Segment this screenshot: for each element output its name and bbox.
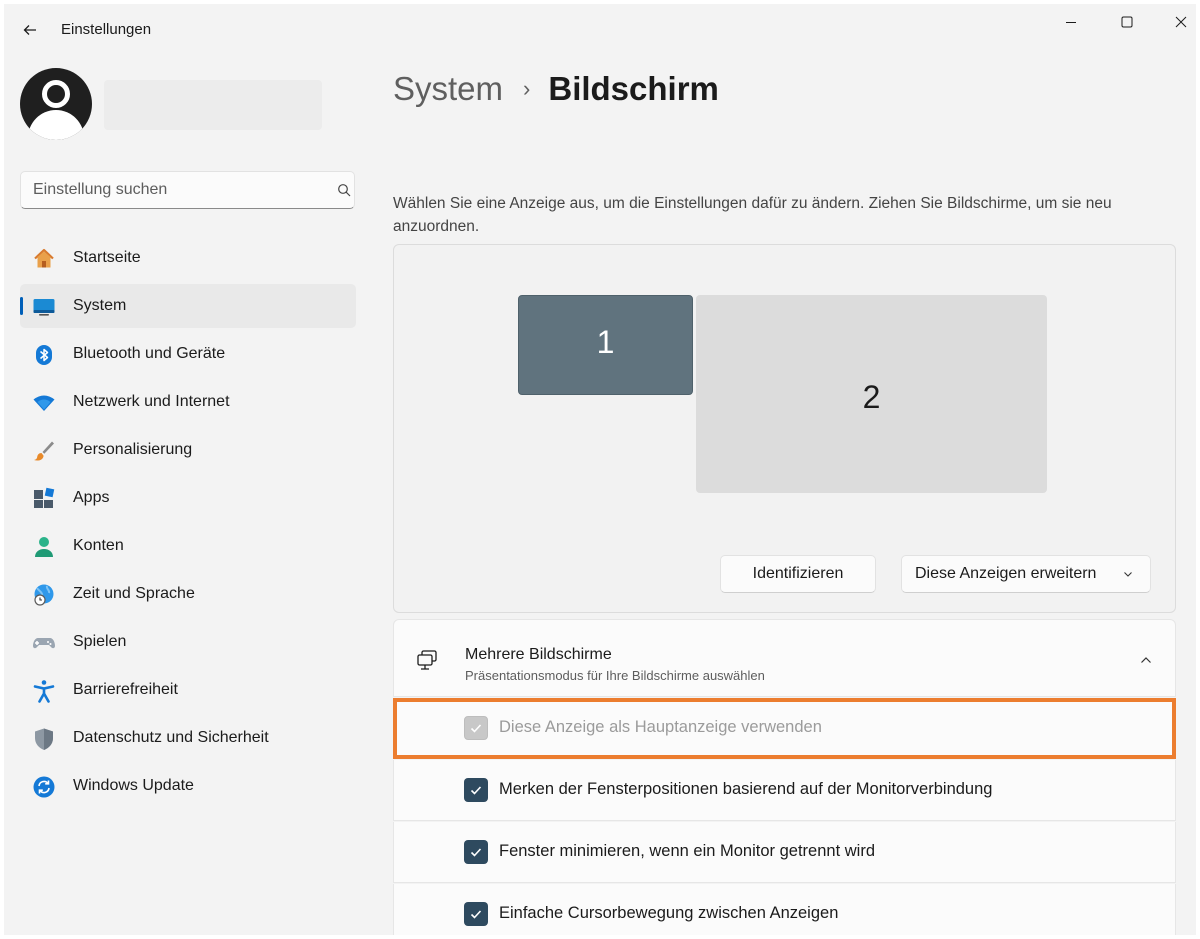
person-icon [32, 535, 56, 559]
avatar[interactable] [20, 68, 92, 140]
checkmark-icon [470, 786, 482, 795]
chevron-up-icon[interactable] [1139, 653, 1153, 667]
search-icon[interactable] [337, 183, 351, 197]
sidebar-item-label: Bluetooth und Geräte [73, 345, 226, 362]
option-row-remember-positions: Merken der Fensterpositionen basierend a… [393, 760, 1176, 821]
gamepad-icon [32, 631, 56, 655]
sidebar-item-datenschutz[interactable]: Datenschutz und Sicherheit [20, 716, 356, 760]
sidebar-item-label: Datenschutz und Sicherheit [73, 729, 269, 746]
chevron-down-icon [1124, 572, 1132, 577]
monitor-number: 1 [596, 323, 615, 360]
sidebar-item-windows-update[interactable]: Windows Update [20, 764, 356, 808]
checkmark-icon [470, 724, 482, 733]
sidebar-item-label: Startseite [73, 249, 141, 266]
monitor-1-tile[interactable]: 1 [518, 295, 693, 395]
bluetooth-icon [32, 343, 56, 367]
multiple-displays-header[interactable]: Mehrere Bildschirme Präsentationsmodus f… [393, 619, 1176, 697]
minimize-windows-checkbox[interactable] [464, 840, 488, 864]
sidebar-item-spielen[interactable]: Spielen [20, 620, 356, 664]
display-arrangement-panel: 1 2 Identifizieren Diese Anzeigen erweit… [393, 244, 1176, 613]
globe-clock-icon [32, 583, 56, 607]
home-icon [32, 247, 56, 271]
identify-button[interactable]: Identifizieren [720, 555, 876, 593]
primary-display-checkbox[interactable] [464, 716, 488, 740]
avatar-head-shape [42, 80, 70, 108]
sidebar-item-startseite[interactable]: Startseite [20, 236, 356, 280]
checkmark-icon [470, 910, 482, 919]
sidebar-item-label: Personalisierung [73, 441, 193, 458]
sidebar-item-label: Konten [73, 537, 124, 554]
maximize-icon [1121, 16, 1133, 28]
option-row-primary-display: Diese Anzeige als Hauptanzeige verwenden [393, 698, 1176, 759]
sidebar-item-network[interactable]: Netzwerk und Internet [20, 380, 356, 424]
instruction-text: Wählen Sie eine Anzeige aus, um die Eins… [393, 195, 1112, 235]
display-mode-dropdown[interactable]: Diese Anzeigen erweitern [901, 555, 1151, 593]
display-mode-value: Diese Anzeigen erweitern [915, 565, 1097, 582]
minimize-icon [1066, 22, 1076, 23]
multiple-displays-icon [417, 650, 437, 670]
cursor-movement-checkbox[interactable] [464, 902, 488, 926]
accessibility-icon [32, 679, 56, 703]
multiple-displays-title: Mehrere Bildschirme [465, 646, 612, 663]
sidebar-item-label: System [73, 297, 127, 314]
checkmark-icon [470, 848, 482, 857]
update-icon [32, 775, 56, 799]
sidebar-item-barrierefreiheit[interactable]: Barrierefreiheit [20, 668, 356, 712]
apps-icon [32, 487, 56, 511]
sidebar-item-system[interactable]: System [20, 284, 356, 328]
back-button[interactable] [18, 18, 42, 42]
cursor-movement-label: Einfache Cursorbewegung zwischen Anzeige… [499, 904, 839, 922]
sidebar-item-konten[interactable]: Konten [20, 524, 356, 568]
avatar-body-shape [28, 110, 84, 140]
sidebar-item-personalisierung[interactable]: Personalisierung [20, 428, 356, 472]
maximize-button[interactable] [1104, 6, 1150, 38]
sidebar-item-label: Zeit und Sprache [73, 585, 195, 602]
primary-display-label: Diese Anzeige als Hauptanzeige verwenden [499, 718, 822, 736]
brush-icon [32, 439, 56, 463]
sidebar-nav: Startseite System Bluetooth und Geräte N… [20, 236, 356, 812]
close-button[interactable] [1158, 6, 1196, 38]
breadcrumb-parent[interactable]: System [393, 70, 503, 108]
minimize-button[interactable] [1048, 6, 1094, 38]
sidebar-item-zeit-sprache[interactable]: Zeit und Sprache [20, 572, 356, 616]
search-box[interactable] [20, 171, 355, 209]
breadcrumb-separator-icon: › [523, 76, 531, 101]
remember-positions-label: Merken der Fensterpositionen basierend a… [499, 780, 993, 798]
remember-positions-checkbox[interactable] [464, 778, 488, 802]
sidebar-item-label: Spielen [73, 633, 127, 650]
settings-window: Einstellungen Startseite [4, 4, 1196, 935]
shield-icon [32, 727, 56, 751]
sidebar-item-label: Apps [73, 489, 110, 506]
close-icon [1175, 16, 1187, 28]
page-title: Bildschirm [548, 70, 719, 107]
monitor-number: 2 [862, 378, 881, 415]
search-input[interactable] [33, 172, 313, 208]
sidebar-item-label: Windows Update [73, 777, 194, 794]
sidebar-item-apps[interactable]: Apps [20, 476, 356, 520]
sidebar-item-bluetooth[interactable]: Bluetooth und Geräte [20, 332, 356, 376]
sidebar-item-label: Netzwerk und Internet [73, 393, 230, 410]
app-title: Einstellungen [61, 21, 152, 38]
account-name-placeholder [104, 80, 322, 130]
back-arrow-icon [23, 25, 36, 35]
option-row-cursor-movement: Einfache Cursorbewegung zwischen Anzeige… [393, 884, 1176, 935]
monitor-icon [32, 295, 56, 319]
minimize-windows-label: Fenster minimieren, wenn ein Monitor get… [499, 842, 875, 860]
sidebar-item-label: Barrierefreiheit [73, 681, 178, 698]
breadcrumb: System › Bildschirm [393, 70, 719, 108]
multiple-displays-subtitle: Präsentationsmodus für Ihre Bildschirme … [465, 668, 765, 683]
title-bar: Einstellungen [4, 4, 1196, 54]
wifi-icon [32, 391, 56, 415]
option-row-minimize-windows: Fenster minimieren, wenn ein Monitor get… [393, 822, 1176, 883]
monitor-2-tile[interactable]: 2 [696, 295, 1047, 493]
